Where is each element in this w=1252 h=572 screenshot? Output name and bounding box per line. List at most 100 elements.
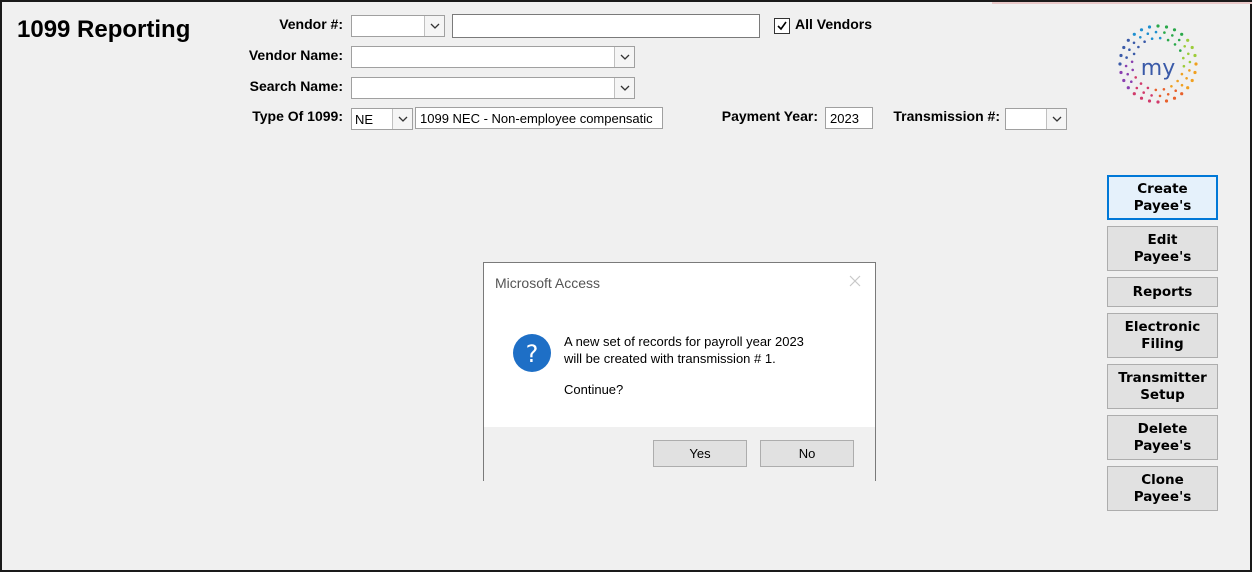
logo-dot (1143, 40, 1146, 43)
logo-dot (1126, 72, 1129, 76)
logo-dot (1183, 45, 1186, 48)
logo-text: my (1141, 56, 1175, 81)
payment-year-field[interactable]: 2023 (825, 107, 873, 129)
logo-dot (1126, 38, 1130, 42)
logo-dot (1146, 32, 1150, 35)
logo-dot (1132, 92, 1136, 96)
logo-dot (1166, 93, 1170, 96)
logo-dot (1186, 38, 1190, 42)
page-title: 1099 Reporting (17, 16, 191, 43)
logo-dot (1122, 45, 1126, 50)
vendor-name-combo[interactable] (351, 46, 635, 68)
chevron-down-icon[interactable] (614, 78, 634, 98)
logo-dot (1185, 77, 1188, 80)
type-code-combo[interactable]: NE (351, 108, 413, 130)
logo-dot (1190, 78, 1194, 83)
logo-dot (1188, 60, 1192, 64)
logo-dot (1147, 25, 1152, 29)
vendor-name-label: Vendor Name: (248, 47, 343, 63)
chevron-down-icon[interactable] (1046, 109, 1066, 129)
vendor-search-field[interactable] (452, 14, 760, 38)
logo-dot (1172, 96, 1177, 100)
logo-dot (1194, 62, 1198, 66)
logo-dot (1193, 70, 1197, 75)
logo-dot (1173, 43, 1177, 46)
logo-dot (1179, 49, 1182, 52)
vendor-num-combo[interactable] (351, 15, 445, 37)
logo-dot (1132, 32, 1136, 36)
payment-year-label: Payment Year: (721, 108, 818, 124)
type-1099-label: Type Of 1099: (252, 108, 343, 124)
logo-dot (1188, 69, 1191, 72)
logo-dot (1150, 94, 1153, 97)
close-icon[interactable] (847, 273, 863, 289)
reports-button[interactable]: Reports (1107, 277, 1218, 307)
logo-dot (1146, 86, 1150, 90)
logo-dot (1182, 64, 1186, 68)
logo-dot (1139, 36, 1142, 39)
clone-payees-button[interactable]: Clone Payee's (1107, 466, 1218, 511)
logo-dot (1142, 91, 1145, 94)
transmitter-setup-button[interactable]: Transmitter Setup (1107, 364, 1218, 409)
electronic-filing-button[interactable]: Electronic Filing (1107, 313, 1218, 358)
logo-dot (1130, 60, 1134, 64)
logo-dot (1193, 53, 1197, 58)
all-vendors-checkbox[interactable] (774, 18, 790, 34)
no-button[interactable]: No (760, 440, 854, 467)
checkmark-icon (777, 21, 787, 31)
logo-dot (1158, 94, 1162, 98)
yes-button[interactable]: Yes (653, 440, 747, 467)
logo-dot (1154, 30, 1158, 34)
chevron-down-icon[interactable] (614, 47, 634, 67)
logo-dot (1132, 52, 1136, 56)
top-accent-line (992, 2, 1252, 4)
logo-dot (1180, 83, 1184, 87)
logo-dot (1190, 45, 1194, 50)
confirm-dialog: Microsoft Access ? A new set of records … (483, 262, 876, 481)
chevron-down-icon[interactable] (392, 109, 412, 129)
logo-dot (1134, 76, 1137, 79)
logo-dot (1180, 72, 1184, 76)
delete-payees-button[interactable]: Delete Payee's (1107, 415, 1218, 460)
logo-dot (1150, 37, 1154, 40)
logo-dot (1166, 38, 1170, 42)
logo-dot (1131, 68, 1134, 72)
type-description-field[interactable]: 1099 NEC - Non-employee compensatic (415, 107, 663, 129)
transmission-combo[interactable] (1005, 108, 1067, 130)
logo-dot (1187, 52, 1190, 56)
logo-dot (1119, 53, 1123, 58)
company-logo: my (1114, 20, 1202, 108)
logo-dot (1158, 36, 1162, 40)
logo-dot (1154, 88, 1158, 92)
vendor-num-label: Vendor #: (279, 16, 343, 32)
dialog-footer: Yes No (484, 427, 875, 481)
logo-dot (1174, 89, 1177, 92)
all-vendors-label: All Vendors (795, 16, 873, 32)
logo-dot (1126, 86, 1130, 90)
create-payees-button[interactable]: Create Payee's (1107, 175, 1218, 220)
logo-dot (1156, 100, 1160, 104)
logo-dot (1172, 28, 1177, 32)
logo-dot (1164, 25, 1169, 29)
logo-dot (1176, 79, 1179, 83)
search-name-combo[interactable] (351, 77, 635, 99)
logo-dot (1122, 78, 1126, 83)
transmission-label: Transmission #: (893, 108, 1000, 124)
edit-payees-button[interactable]: Edit Payee's (1107, 226, 1218, 271)
logo-dot (1118, 62, 1122, 66)
logo-dot (1135, 86, 1139, 90)
logo-dot (1124, 64, 1128, 68)
logo-dot (1128, 48, 1131, 51)
logo-dot (1163, 31, 1166, 34)
logo-dot (1182, 56, 1185, 60)
logo-dot (1132, 41, 1136, 45)
search-name-label: Search Name: (249, 78, 343, 94)
logo-dot (1171, 34, 1174, 37)
logo-dot (1125, 56, 1128, 59)
logo-dot (1139, 82, 1143, 85)
logo-dot (1130, 80, 1133, 83)
logo-dot (1139, 28, 1144, 32)
logo-dot (1180, 92, 1184, 96)
chevron-down-icon[interactable] (424, 16, 444, 36)
logo-dot (1139, 96, 1144, 100)
